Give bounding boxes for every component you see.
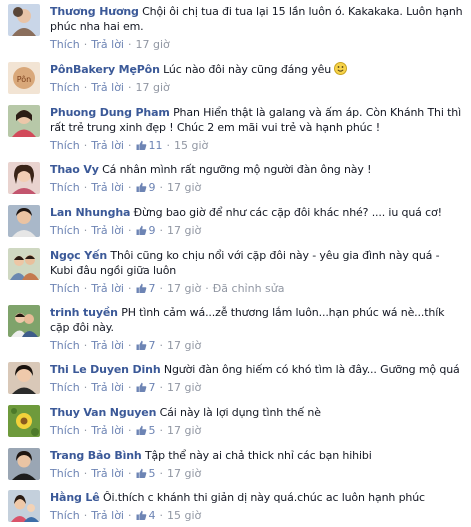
comment-time[interactable]: 17 giờ xyxy=(167,180,201,195)
thumbs-up-icon xyxy=(136,225,146,235)
like-link[interactable]: Thích xyxy=(50,508,80,523)
like-count[interactable]: 5 xyxy=(149,423,156,438)
comment-time[interactable]: 17 giờ xyxy=(167,423,201,438)
thumbs-up-icon xyxy=(136,340,146,350)
reply-link[interactable]: Trả lời xyxy=(91,180,124,195)
comment-author[interactable]: PônBakery MẹPôn xyxy=(50,63,160,76)
avatar[interactable] xyxy=(8,490,40,522)
like-link[interactable]: Thích xyxy=(50,180,80,195)
reply-link[interactable]: Trả lời xyxy=(91,223,124,238)
like-count[interactable]: 5 xyxy=(149,466,156,481)
comment-time[interactable]: 15 giờ xyxy=(167,508,201,523)
reply-link[interactable]: Trả lời xyxy=(91,466,124,481)
comment-author[interactable]: Thương Hương xyxy=(50,5,139,18)
svg-text:Pôn: Pôn xyxy=(17,74,32,84)
thumbs-up-icon xyxy=(136,283,146,293)
reply-link[interactable]: Trả lời xyxy=(91,138,124,153)
comment-time[interactable]: 17 giờ xyxy=(136,80,170,95)
comment-author[interactable]: Phuong Dung Pham xyxy=(50,106,170,119)
comment-text: Ôi.thích c khánh thi giản dị này quá.chú… xyxy=(102,491,425,504)
avatar[interactable] xyxy=(8,248,40,280)
thumbs-up-icon xyxy=(136,382,146,392)
comment-time[interactable]: 17 giờ xyxy=(167,338,201,353)
avatar[interactable] xyxy=(8,205,40,237)
thumbs-up-icon xyxy=(136,468,146,478)
comment-text: Cá nhân mình rất ngưỡng mộ người đàn ông… xyxy=(102,163,372,176)
comment-text: Đừng bao giờ để như các cặp đôi khác nhé… xyxy=(133,206,442,219)
comment-time[interactable]: 17 giờ xyxy=(167,281,201,296)
comment-text: Thôi cũng ko chịu nổi với cặp đôi này - … xyxy=(50,249,440,277)
reply-link[interactable]: Trả lời xyxy=(91,80,124,95)
comment-author[interactable]: Thao Vy xyxy=(50,163,99,176)
avatar[interactable] xyxy=(8,4,40,36)
like-link[interactable]: Thích xyxy=(50,466,80,481)
reply-link[interactable]: Trả lời xyxy=(91,281,124,296)
comment-author[interactable]: Lan Nhungha xyxy=(50,206,130,219)
avatar[interactable] xyxy=(8,305,40,337)
like-count[interactable]: 11 xyxy=(149,138,163,153)
comment-time[interactable]: 17 giờ xyxy=(167,223,201,238)
edited-label[interactable]: Đã chỉnh sửa xyxy=(213,281,285,296)
avatar[interactable] xyxy=(8,405,40,437)
like-count[interactable]: 7 xyxy=(149,281,156,296)
comment-text: Cái này là lợi dụng tình thế nè xyxy=(159,406,321,419)
thumbs-up-icon xyxy=(136,425,146,435)
like-link[interactable]: Thích xyxy=(50,281,80,296)
comment-author[interactable]: Thi Le Duyen Dinh xyxy=(50,363,161,376)
like-link[interactable]: Thích xyxy=(50,380,80,395)
comment-author[interactable]: Hằng Lê xyxy=(50,491,100,504)
avatar[interactable] xyxy=(8,448,40,480)
like-link[interactable]: Thích xyxy=(50,423,80,438)
reply-link[interactable]: Trả lời xyxy=(91,380,124,395)
avatar[interactable] xyxy=(8,162,40,194)
like-count[interactable]: 7 xyxy=(149,380,156,395)
thumbs-up-icon xyxy=(136,140,146,150)
avatar[interactable] xyxy=(8,362,40,394)
reply-link[interactable]: Trả lời xyxy=(91,338,124,353)
reply-link[interactable]: Trả lời xyxy=(91,37,124,52)
avatar[interactable] xyxy=(8,105,40,137)
comment-text: Lúc nào đôi này cũng đáng yêu xyxy=(163,63,332,76)
comment-time[interactable]: 17 giờ xyxy=(167,466,201,481)
like-link[interactable]: Thích xyxy=(50,80,80,95)
reply-link[interactable]: Trả lời xyxy=(91,508,124,523)
comment-author[interactable]: Ngọc Yến xyxy=(50,249,107,262)
smiley-emoji-icon xyxy=(334,62,348,75)
comment-author[interactable]: Trang Bảo Bình xyxy=(50,449,142,462)
like-link[interactable]: Thích xyxy=(50,338,80,353)
comment-text: Người đàn ông hiếm có khó tìm là đây... … xyxy=(163,363,460,376)
reply-link[interactable]: Trả lời xyxy=(91,423,124,438)
like-link[interactable]: Thích xyxy=(50,138,80,153)
like-link[interactable]: Thích xyxy=(50,223,80,238)
avatar[interactable]: Pôn xyxy=(8,62,40,94)
like-count[interactable]: 9 xyxy=(149,180,156,195)
comment-text: Tập thể này ai chả thick nhỉ các bạn hih… xyxy=(144,449,372,462)
thumbs-up-icon xyxy=(136,510,146,520)
like-count[interactable]: 7 xyxy=(149,338,156,353)
comment-time[interactable]: 15 giờ xyxy=(174,138,208,153)
like-count[interactable]: 4 xyxy=(149,508,156,523)
comment-time[interactable]: 17 giờ xyxy=(167,380,201,395)
like-count[interactable]: 9 xyxy=(149,223,156,238)
comment-author[interactable]: trinh tuyền xyxy=(50,306,118,319)
comment-author[interactable]: Thuy Van Nguyen xyxy=(50,406,156,419)
comment-time[interactable]: 17 giờ xyxy=(136,37,170,52)
thumbs-up-icon xyxy=(136,182,146,192)
like-link[interactable]: Thích xyxy=(50,37,80,52)
